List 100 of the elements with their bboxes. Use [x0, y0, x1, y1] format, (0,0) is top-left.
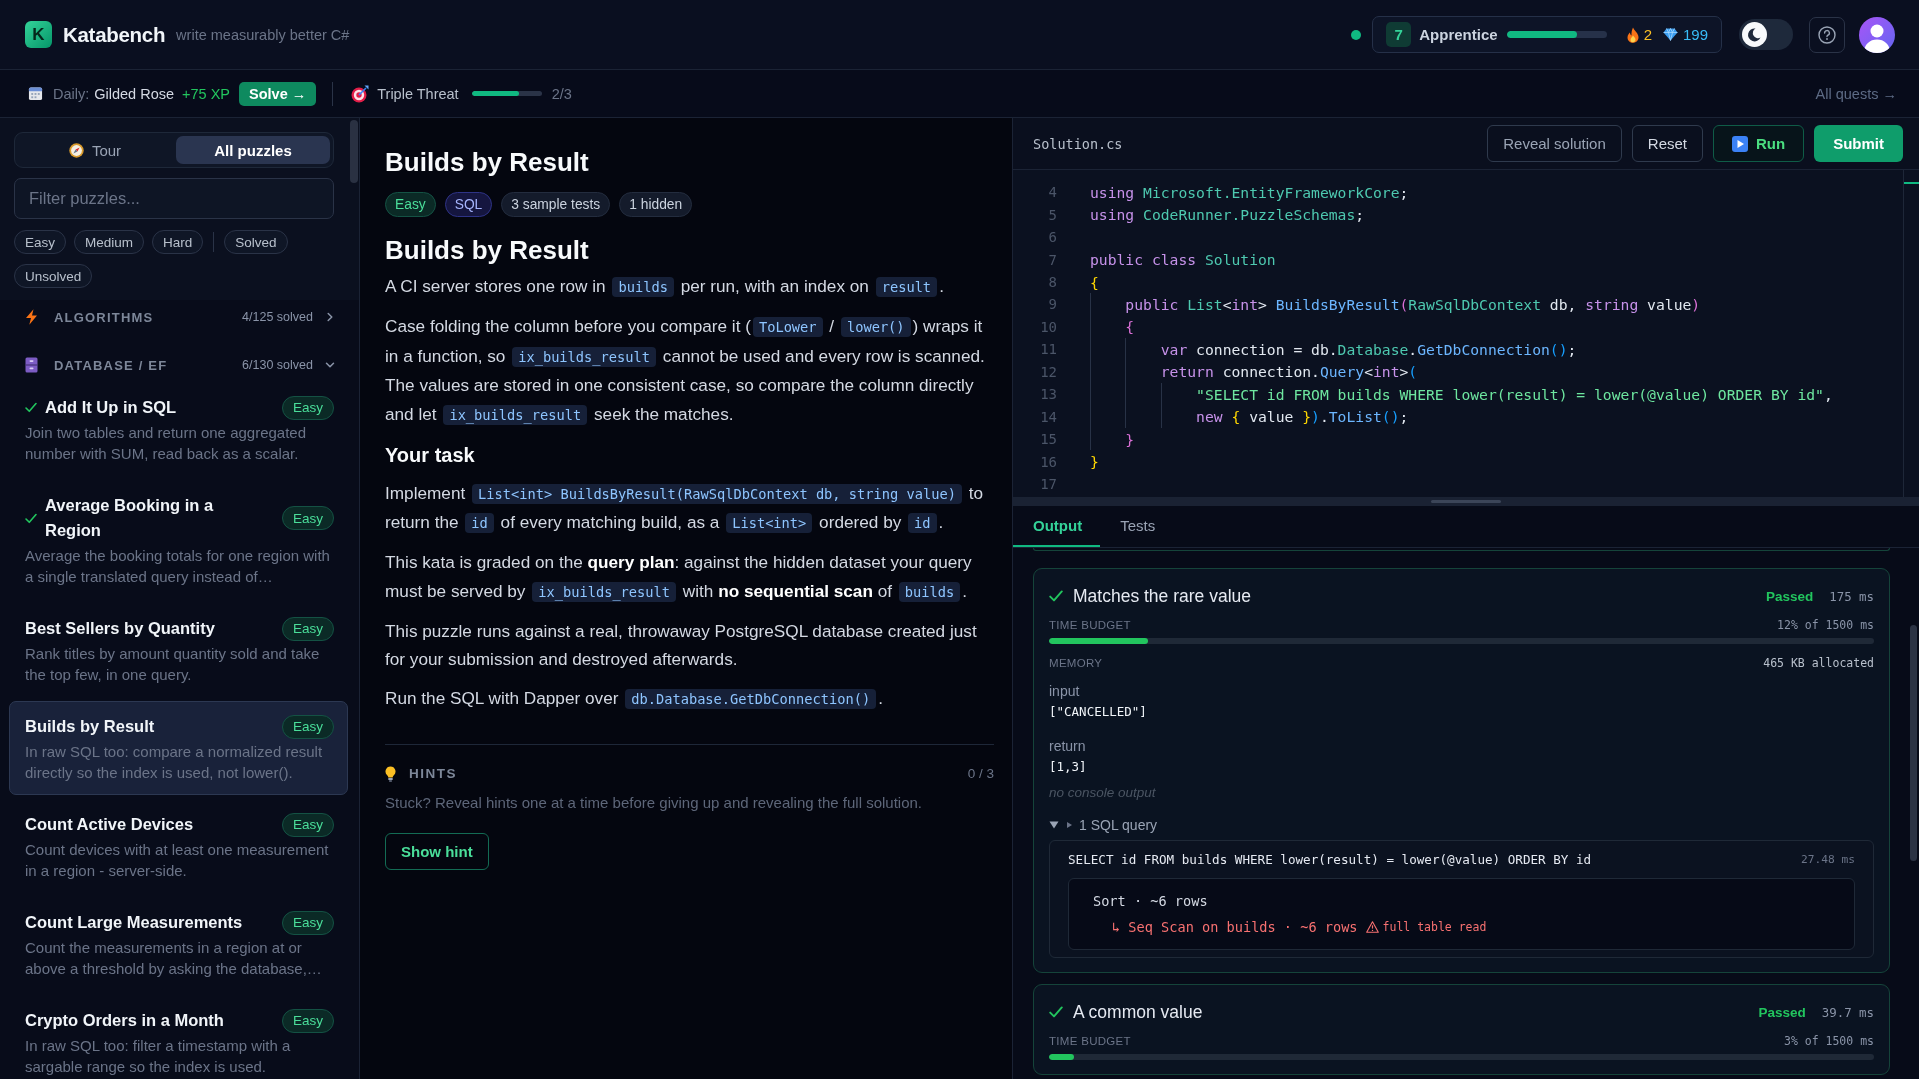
category-title[interactable]: DATABASE / EF: [54, 357, 168, 373]
gem-count: 199: [1682, 26, 1708, 43]
language-tag: SQL: [444, 192, 493, 217]
chevron-down-icon[interactable]: [325, 360, 335, 370]
line-number: 17: [1039, 476, 1057, 493]
input-value: ["CANCELLED"]: [1049, 703, 1148, 721]
filter-field[interactable]: Filter puzzles...: [14, 178, 334, 219]
plan-warning: full table read: [1382, 920, 1487, 934]
puzzle-item[interactable]: Best Sellers by Quantity Easy Rank titles by amount quantity sold and take the top few, in one query.: [9, 603, 348, 697]
puzzle-item[interactable]: Crypto Orders in a Month Easy In raw SQL too: filter a timestamp with a sargable range so the index is used.: [9, 995, 348, 1079]
puzzle-title: Count Large Measurements: [25, 912, 244, 933]
puzzle-item[interactable]: Count Large Measurements Easy Count the measurements in a region at or above a threshold by asking the database,…: [9, 897, 348, 991]
description-paragraph: This puzzle runs against a real, throwaway PostgreSQL database created just for your submission and destroyed afterwards.: [385, 619, 978, 671]
rank-title: Apprentice: [1419, 26, 1498, 43]
ruler-mark-icon: [1904, 182, 1919, 184]
quest-count: 2/3: [551, 85, 572, 102]
return-value: [1,3]: [1049, 758, 1088, 776]
file-name: Solution.cs: [1033, 135, 1123, 152]
gem-icon: [1662, 28, 1678, 41]
xp-reward: +75 XP: [182, 85, 231, 102]
test-duration: 175 ms: [1829, 588, 1874, 604]
test-status: Passed: [1758, 1004, 1806, 1020]
description-paragraph: A CI server stores one row in builds per run, with an index on result .: [385, 275, 945, 299]
view-tab[interactable]: All puzzles: [176, 136, 330, 164]
reset-button[interactable]: Reset: [1631, 125, 1703, 162]
code-line: using CodeRunner.PuzzleSchemas;: [1090, 205, 1365, 226]
puzzle-title: Crypto Orders in a Month: [25, 1010, 225, 1031]
level-badge: 7: [1386, 22, 1412, 47]
all-quests-link[interactable]: All quests →: [1815, 85, 1897, 102]
memory-value: 465 KB allocated: [1763, 656, 1874, 670]
line-number: 12: [1039, 363, 1057, 380]
reveal-solution-button[interactable]: Reveal solution: [1487, 125, 1622, 162]
solved-count: 4/125 solved: [242, 310, 313, 324]
filter-chip[interactable]: Hard: [152, 230, 204, 254]
hints-text: Stuck? Reveal hints one at a time before giving up and revealing the full solution.: [385, 793, 923, 811]
filter-chip[interactable]: Easy: [14, 230, 66, 254]
difficulty-tag: Easy: [282, 616, 334, 641]
filter-chip[interactable]: Medium: [74, 230, 145, 254]
view-tab[interactable]: Tour: [18, 136, 172, 164]
play-icon: [1732, 135, 1748, 152]
solve-button[interactable]: Solve →: [239, 81, 317, 106]
check-icon: [25, 402, 37, 413]
daily-label: Daily:: [53, 85, 90, 102]
cabinet-icon: [25, 357, 38, 373]
problem-title: Builds by Result: [385, 146, 590, 178]
chevron-right-icon[interactable]: [325, 312, 335, 322]
problem-heading: Builds by Result: [385, 234, 590, 266]
puzzle-item[interactable]: Add It Up in SQL Easy Join two tables and return one aggregated number with SUM, read back as a scalar.: [9, 382, 348, 476]
puzzle-description: Count devices with at least one measurement in a region - server-side.: [25, 840, 330, 881]
line-number: 8: [1047, 274, 1057, 291]
show-hint-button[interactable]: Show hint: [385, 832, 489, 870]
description-paragraph: Implement List<int> BuildsByResult(RawSqlDbContext db, string value) to return the id of every matching build, as a List<int> ordered by id .: [385, 481, 985, 535]
run-button[interactable]: Run: [1713, 125, 1805, 162]
puzzle-title: Best Sellers by Quantity: [25, 618, 216, 639]
scrollbar-thumb[interactable]: [1910, 625, 1917, 861]
memory-label: MEMORY: [1049, 657, 1103, 669]
puzzle-item[interactable]: Count Active Devices Easy Count devices with at least one measurement in a region - server-side.: [9, 799, 348, 893]
puzzle-title: Count Active Devices: [25, 814, 195, 835]
triangle-icon: [1067, 822, 1072, 828]
code-line: }: [1090, 452, 1099, 473]
output-tab[interactable]: Tests: [1100, 506, 1174, 547]
puzzle-item[interactable]: Builds by Result Easy In raw SQL too: compare a normalized result directly so the index is used, not lower().: [9, 701, 348, 795]
difficulty-tag: Easy: [282, 1008, 334, 1033]
filter-chip[interactable]: Solved: [224, 230, 288, 254]
puzzle-item[interactable]: Average Booking in a Region Easy Average the booking totals for one region with a single translated query instead of…: [9, 480, 348, 599]
line-number: 15: [1039, 431, 1057, 448]
code-line: public class Solution: [1090, 250, 1276, 271]
difficulty-tag: Easy: [282, 910, 334, 935]
filter-chip[interactable]: Unsolved: [14, 264, 93, 288]
test-name: A common value: [1073, 1001, 1203, 1023]
compass-icon: [68, 142, 84, 158]
puzzle-description: In raw SQL too: compare a normalized result directly so the index is used, not lower().: [25, 742, 324, 783]
query-count[interactable]: 1 SQL query: [1079, 817, 1158, 833]
description-paragraph: This kata is graded on the query plan: against the hidden dataset your query must be served by ix_builds_result with no sequential scan of builds .: [385, 551, 973, 604]
plan-step: ↳ Seq Scan on builds · ~6 rows: [1112, 919, 1358, 935]
query-duration: 27.48 ms: [1801, 852, 1855, 866]
description-paragraph: Case folding the column before you compare it ( ToLower / lower() ) wraps it in a function, so ix_builds_result cannot be used and every row is scanned. The values are stored in one consistent case, so compare the column directly and let ix_builds_result seek the matches.: [385, 315, 986, 427]
line-number: 5: [1047, 206, 1057, 223]
scrollbar-thumb[interactable]: [350, 120, 358, 183]
drag-handle[interactable]: [1431, 500, 1501, 503]
budget-value: 3% of 1500 ms: [1784, 1034, 1874, 1048]
theme-toggle[interactable]: [1739, 19, 1793, 50]
line-number: 4: [1047, 184, 1057, 201]
quest-name: Triple Threat: [377, 85, 459, 102]
help-button[interactable]: [1809, 16, 1845, 53]
line-number: 16: [1039, 453, 1057, 470]
calendar-icon: [28, 86, 43, 101]
line-number: 13: [1039, 386, 1057, 403]
line-number: 9: [1047, 296, 1057, 313]
query-text: SELECT id FROM builds WHERE lower(result) = lower(@value) ORDER BY id: [1068, 851, 1592, 867]
budget-label: TIME BUDGET: [1049, 1035, 1131, 1047]
streak-count: 2: [1643, 26, 1652, 43]
caret-down-icon[interactable]: [1049, 821, 1059, 829]
puzzle-description: In raw SQL too: filter a timestamp with a sargable range so the index is used.: [25, 1036, 292, 1077]
category-title[interactable]: ALGORITHMS: [54, 309, 154, 325]
line-number: 14: [1039, 408, 1057, 425]
daily-puzzle-name: Gilded Rose: [94, 85, 175, 102]
app-name: Katabench: [63, 22, 166, 47]
line-number: 11: [1039, 341, 1057, 358]
avatar-icon[interactable]: [1859, 16, 1895, 53]
